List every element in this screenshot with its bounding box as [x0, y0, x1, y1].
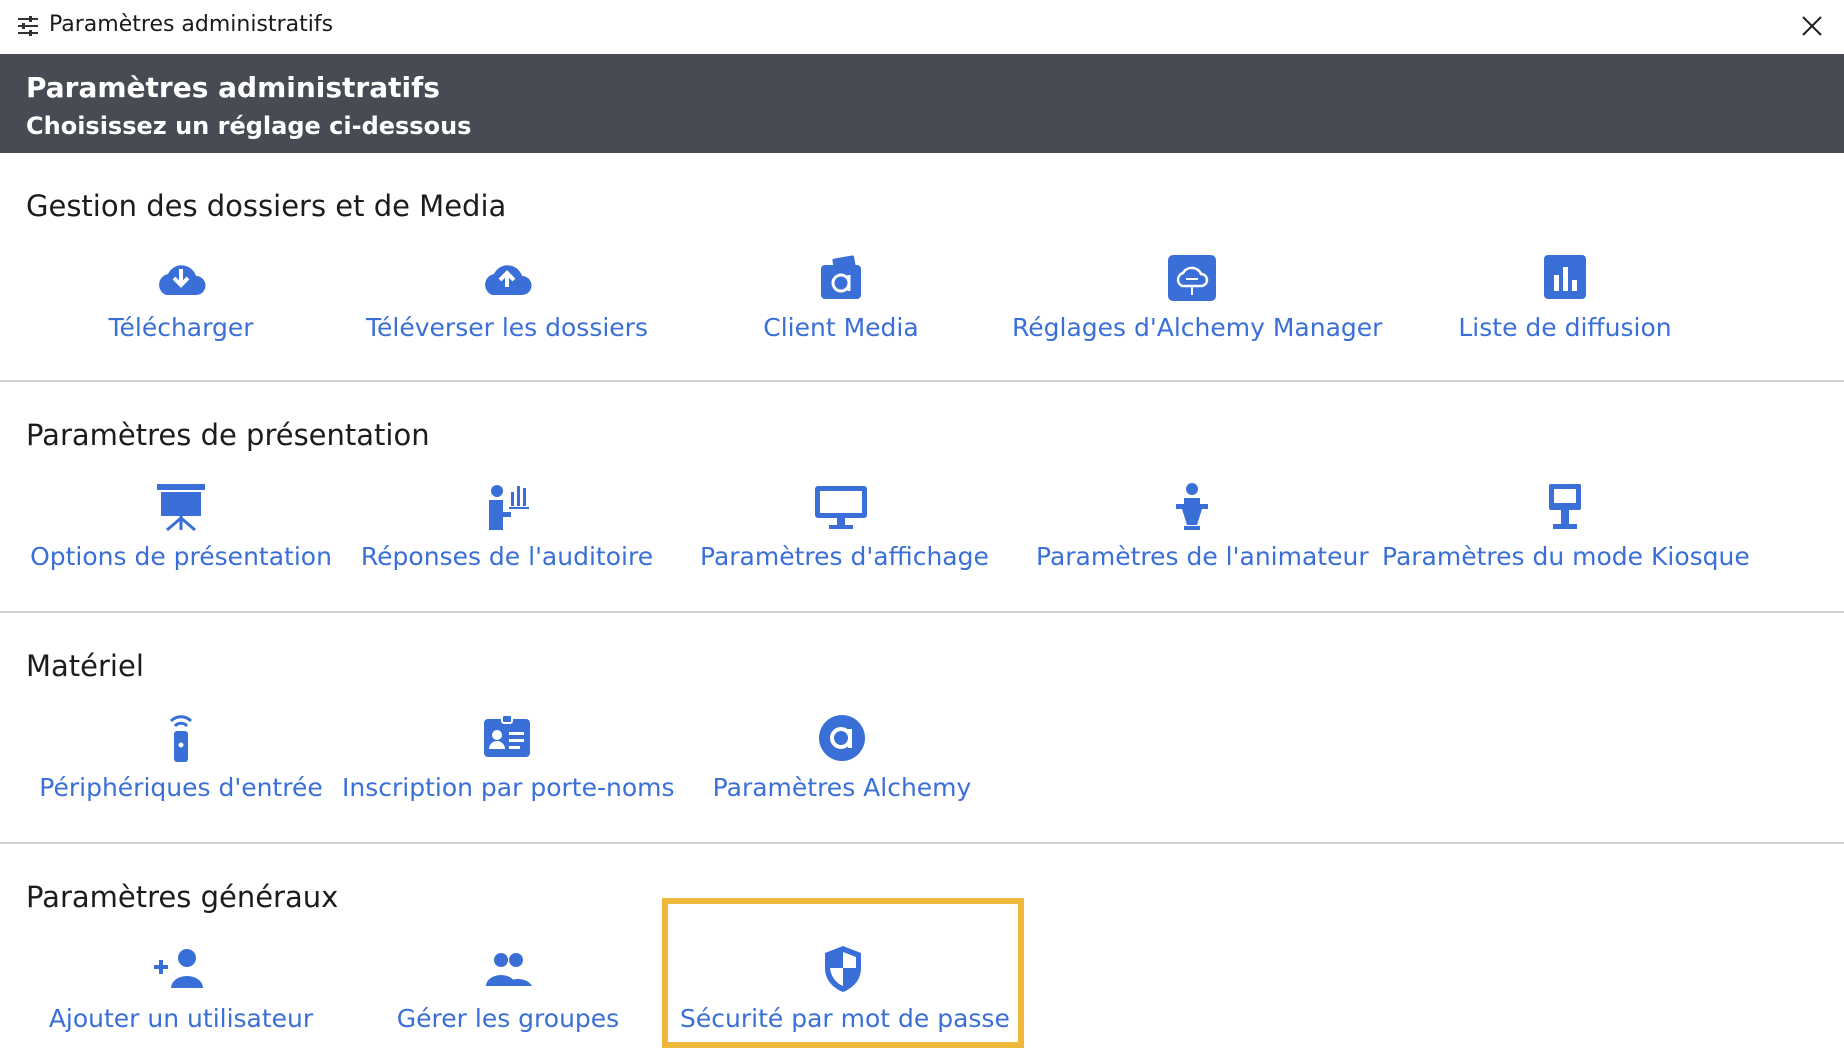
- add-user-button[interactable]: Ajouter un utilisateur: [46, 944, 316, 1033]
- kiosk-icon: [1549, 484, 1581, 529]
- cloud-settings-icon: [1168, 255, 1216, 301]
- input-devices-label: Périphériques d'entrée: [39, 773, 323, 802]
- section-hardware: Matériel Périphériques d'entrée Inscript…: [0, 613, 1844, 842]
- mailing-list-button[interactable]: Liste de diffusion: [1440, 253, 1690, 342]
- display-settings-label: Paramètres d'affichage: [700, 542, 989, 571]
- section-title: Paramètres de présentation: [26, 418, 430, 452]
- alchemy-settings-label: Paramètres Alchemy: [712, 773, 972, 802]
- monitor-icon: [815, 486, 867, 529]
- input-devices-button[interactable]: Périphériques d'entrée: [36, 713, 326, 802]
- upload-folders-button[interactable]: Téléverser les dossiers: [357, 253, 657, 342]
- alchemy-settings-button[interactable]: Paramètres Alchemy: [712, 713, 972, 802]
- badge-icon: [484, 714, 530, 757]
- audience-responses-label: Réponses de l'auditoire: [360, 542, 654, 571]
- presentation-board-icon: [157, 484, 205, 532]
- badge-registration-label: Inscription par porte-noms: [342, 773, 675, 802]
- upload-folders-label: Téléverser les dossiers: [366, 313, 648, 342]
- alchemy-logo-icon: [819, 715, 865, 761]
- cloud-download-icon: [159, 265, 206, 295]
- audience-responses-button[interactable]: Réponses de l'auditoire: [357, 482, 657, 571]
- media-client-icon: [821, 255, 861, 299]
- window-title: Paramètres administratifs: [49, 12, 334, 37]
- section-title: Matériel: [26, 649, 144, 683]
- settings-sliders-icon: [18, 16, 38, 36]
- manage-groups-button[interactable]: Gérer les groupes: [387, 944, 629, 1033]
- section-folders-media: Gestion des dossiers et de Media Télécha…: [0, 153, 1844, 381]
- display-settings-button[interactable]: Paramètres d'affichage: [700, 482, 989, 571]
- download-label: Télécharger: [108, 313, 254, 342]
- kiosk-mode-settings-label: Paramètres du mode Kiosque: [1382, 542, 1750, 571]
- add-user-icon: [154, 949, 203, 988]
- section-title: Gestion des dossiers et de Media: [26, 189, 507, 223]
- presenter-settings-button[interactable]: Paramètres de l'animateur: [1036, 482, 1369, 571]
- media-client-label: Client Media: [763, 313, 919, 342]
- highlight-box: [662, 898, 1024, 1048]
- group-icon: [486, 953, 532, 986]
- presenter-icon: [1176, 483, 1208, 530]
- bar-chart-icon: [1544, 255, 1586, 299]
- alchemy-manager-settings-label: Réglages d'Alchemy Manager: [1012, 313, 1383, 342]
- badge-registration-button[interactable]: Inscription par porte-noms: [342, 713, 675, 802]
- audience-responses-icon: [489, 485, 529, 530]
- close-icon[interactable]: [1798, 12, 1826, 40]
- page-title: Paramètres administratifs: [26, 71, 440, 104]
- remote-clicker-icon: [169, 715, 193, 762]
- presenter-settings-label: Paramètres de l'animateur: [1036, 542, 1369, 571]
- download-button[interactable]: Télécharger: [86, 253, 276, 342]
- media-client-button[interactable]: Client Media: [731, 253, 951, 342]
- page-header: Paramètres administratifs Choisissez un …: [0, 54, 1844, 153]
- presentation-options-button[interactable]: Options de présentation: [26, 482, 336, 571]
- section-presentation: Paramètres de présentation Options de pr…: [0, 382, 1844, 611]
- presentation-options-label: Options de présentation: [30, 542, 332, 571]
- cloud-upload-icon: [485, 265, 532, 295]
- mailing-list-label: Liste de diffusion: [1458, 313, 1672, 342]
- page-subtitle: Choisissez un réglage ci-dessous: [26, 112, 472, 140]
- window-titlebar: Paramètres administratifs: [0, 0, 1844, 54]
- section-title: Paramètres généraux: [26, 880, 339, 914]
- alchemy-manager-settings-button[interactable]: Réglages d'Alchemy Manager: [1012, 253, 1383, 342]
- kiosk-mode-settings-button[interactable]: Paramètres du mode Kiosque: [1382, 482, 1750, 571]
- add-user-label: Ajouter un utilisateur: [48, 1004, 314, 1033]
- manage-groups-label: Gérer les groupes: [396, 1004, 620, 1033]
